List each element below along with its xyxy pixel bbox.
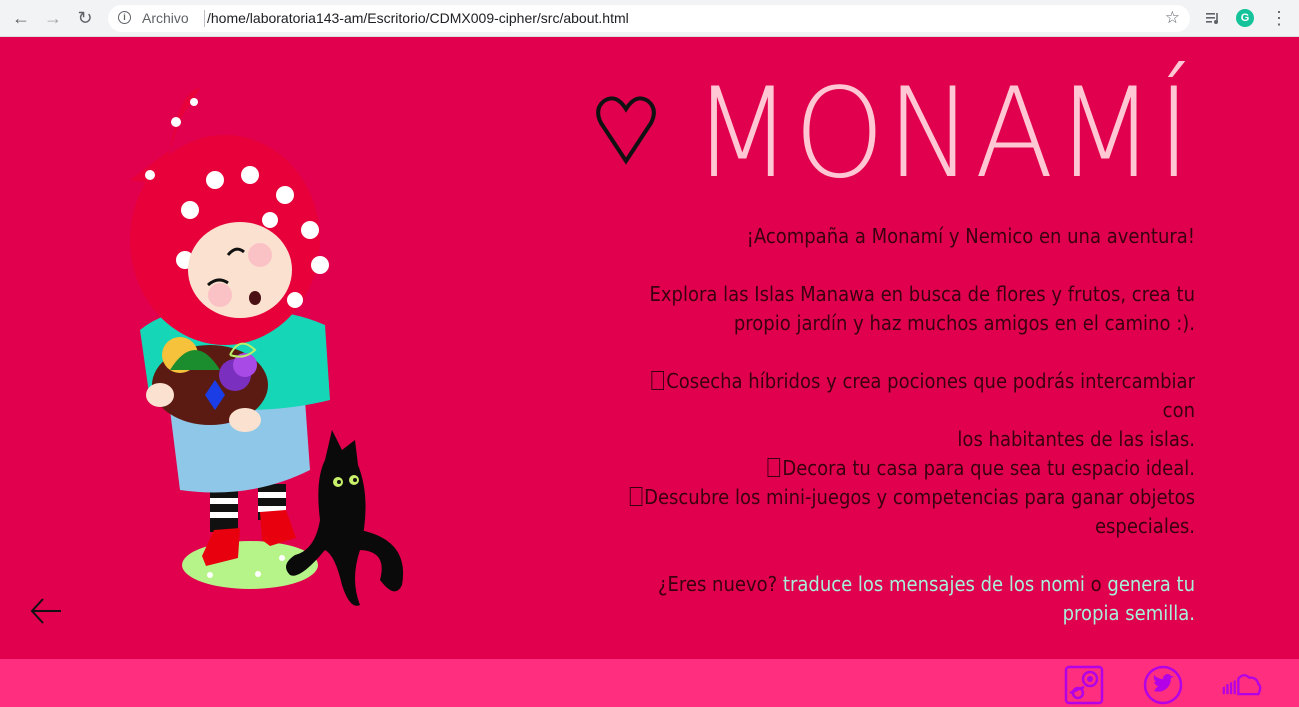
page-title: MONAMÍ: [692, 62, 1193, 206]
feature-item: Decora tu casa para que sea tu espacio i…: [619, 454, 1195, 483]
monami-nemico-illustration: [130, 88, 404, 606]
scheme-label: Archivo: [142, 10, 189, 26]
address-bar[interactable]: i Archivo /home/laboratoria143-am/Escrit…: [108, 5, 1190, 32]
feature-item: Cosecha híbridos y crea pociones que pod…: [619, 367, 1195, 425]
explore-text-line1: Explora las Islas Manawa en busca de flo…: [649, 282, 1195, 306]
feature-glyph-icon: [767, 458, 781, 477]
generate-seed-link[interactable]: genera tu: [1107, 572, 1195, 596]
forward-nav-icon[interactable]: →: [42, 7, 64, 29]
heart-icon: [596, 96, 656, 165]
feature-item: Descubre los mini-juegos y competencias …: [619, 483, 1195, 512]
back-arrow-icon[interactable]: [30, 597, 62, 625]
feature-glyph-icon: [629, 487, 643, 506]
steam-icon[interactable]: [1064, 665, 1104, 705]
back-nav-icon[interactable]: ←: [10, 7, 32, 29]
twitter-icon[interactable]: [1143, 665, 1183, 705]
grammarly-extension-icon[interactable]: G: [1236, 9, 1254, 27]
intro-text: ¡Acompaña a Monamí y Nemico en una avent…: [746, 224, 1195, 248]
address-separator: [204, 10, 205, 27]
translate-messages-link[interactable]: traduce los mensajes de los nomi: [783, 572, 1085, 596]
media-control-icon[interactable]: [1204, 9, 1222, 27]
game-description: ¡Acompaña a Monamí y Nemico en una avent…: [619, 222, 1195, 628]
generate-seed-link-cont[interactable]: propia semilla.: [1063, 601, 1195, 625]
feature-item-cont: especiales.: [1094, 514, 1195, 538]
cta-or: o: [1090, 572, 1102, 596]
soundcloud-icon[interactable]: [1222, 665, 1262, 705]
feature-glyph-icon: [651, 371, 665, 390]
explore-text-line2: propio jardín y haz muchos amigos en el …: [733, 311, 1195, 335]
reload-icon[interactable]: ↻: [74, 7, 96, 29]
url-text[interactable]: /home/laboratoria143-am/Escritorio/CDMX0…: [207, 10, 629, 26]
bookmark-star-icon[interactable]: ☆: [1165, 8, 1180, 28]
cta-question: ¿Eres nuevo?: [657, 572, 778, 596]
info-icon[interactable]: i: [118, 11, 131, 24]
browser-toolbar: ← → ↻ i Archivo /home/laboratoria143-am/…: [0, 0, 1299, 37]
footer: [0, 659, 1299, 707]
feature-item-cont: los habitantes de las islas.: [957, 427, 1195, 451]
cta-text: ¿Eres nuevo? traduce los mensajes de los…: [619, 570, 1195, 599]
browser-menu-icon[interactable]: ⋮: [1270, 7, 1288, 29]
